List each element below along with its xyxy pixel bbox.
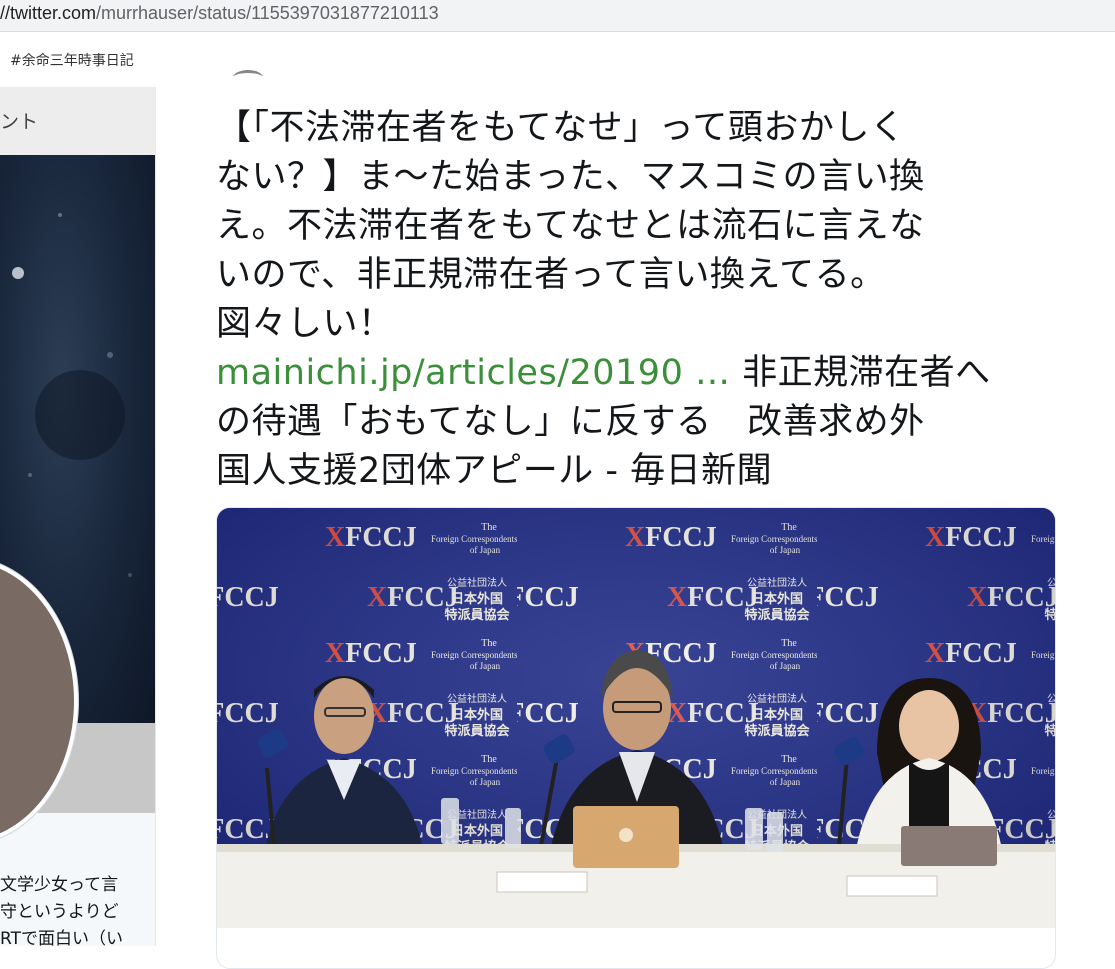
url-host: //twitter.com — [0, 3, 97, 23]
press-conference-photo[interactable]: XFCCJ The Foreign Correspondents' Club o… — [217, 508, 1055, 928]
tweet-line: の待遇「おもてなし」に反する 改善求め外 — [216, 402, 925, 442]
link-preview-card[interactable]: XFCCJ The Foreign Correspondents' Club o… — [216, 507, 1056, 969]
bio-line: 守というよりど — [0, 902, 119, 922]
profile-bio: 文学少女って言 守というよりど RTで面白い（い — [0, 872, 155, 946]
article-link[interactable]: mainichi.jp/articles/20190 … — [216, 353, 730, 393]
tweet-text: 【「不法滞在者をもてなせ」って頭おかしく ない？】ま～た始まった、マスコミの言い… — [216, 104, 1056, 496]
tweet-line-link: mainichi.jp/articles/20190 … 非正規滞在者へ — [216, 349, 1056, 398]
url-path: /murrhauser/status/1155397031877210113 — [96, 3, 439, 23]
bookmark-item[interactable]: #余命三年時事日記 — [10, 50, 134, 70]
address-bar[interactable]: //twitter.com/murrhauser/status/11553970… — [0, 0, 1115, 32]
tweet-line: 【「不法滞在者をもてなせ」って頭おかしく — [216, 108, 906, 148]
tweet-line: いので、非正規滞在者って言い換えてる。 — [216, 255, 886, 295]
bookmarks-bar: #余命三年時事日記 — [0, 32, 1115, 87]
tweet-line: 図々しい！ — [216, 304, 394, 344]
link-trailing-text: 非正規滞在者へ — [730, 353, 991, 393]
profile-sidebar: ント 文学少女って言 守というよりど RTで面白い（い — [0, 87, 156, 946]
bio-line: RTで面白い（い — [0, 929, 123, 946]
tweet-line: 国人支援2団体アピール - 毎日新聞 — [216, 451, 773, 491]
laptop-right — [901, 826, 997, 866]
sidebar-tab-label[interactable]: ント — [0, 107, 38, 134]
tweet-line: え。不法滞在者をもてなせとは流石に言えな — [216, 206, 925, 246]
press-photo-illustration: XFCCJ The Foreign Correspondents' Club o… — [217, 508, 1055, 928]
tweet-header-fragment — [233, 70, 263, 85]
bio-line: 文学少女って言 — [0, 875, 119, 895]
tweet-line: ない？】ま～た始まった、マスコミの言い換 — [216, 157, 925, 197]
